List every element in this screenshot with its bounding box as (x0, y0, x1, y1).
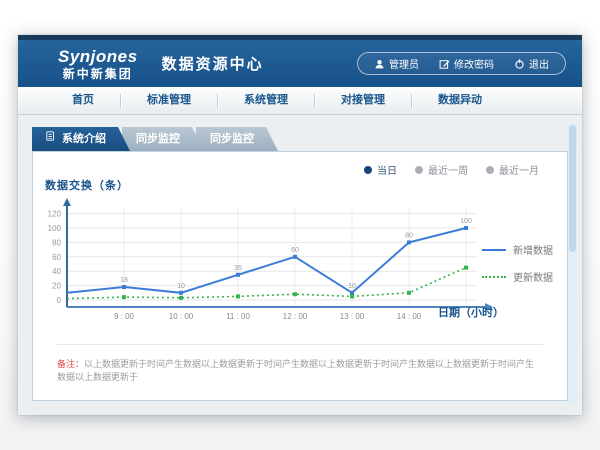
user-action-label: 修改密码 (454, 56, 494, 71)
data-point (236, 294, 240, 298)
scrollbar[interactable] (568, 123, 577, 405)
logo-company: 新中新集团 (58, 68, 138, 80)
x-axis-title: 日期（小时） (438, 304, 504, 320)
power-icon (514, 58, 525, 70)
svg-text:80: 80 (405, 232, 413, 239)
data-point (293, 292, 297, 296)
svg-text:13 : 00: 13 : 00 (340, 312, 365, 321)
user-action-label: 退出 (529, 56, 549, 71)
data-point (122, 285, 126, 289)
app-header: Synjones 新中新集团 数据资源中心 管理员 修改密码 退出 (18, 40, 582, 87)
range-selector: 当日 最近一周 最近一月 (364, 162, 539, 177)
scrollbar-thumb[interactable] (569, 125, 576, 252)
legend-item-0[interactable]: 新增数据 (482, 242, 553, 257)
legend-item-1[interactable]: 更新数据 (482, 269, 553, 284)
svg-text:100: 100 (48, 224, 62, 233)
svg-text:60: 60 (291, 247, 299, 254)
range-option-1[interactable]: 最近一周 (415, 162, 468, 177)
data-point (464, 226, 468, 230)
legend-swatch-icon (482, 249, 506, 251)
user-action-1[interactable]: 修改密码 (429, 56, 504, 71)
system-intro-panel: 当日 最近一周 最近一月 数据交换（条） 0 20 40 60 80 100 120 9 : 00… (32, 151, 568, 401)
nav-item-0[interactable]: 首页 (46, 87, 120, 114)
user-actions-group: 管理员 修改密码 退出 (357, 52, 566, 75)
data-point (407, 240, 411, 244)
data-point (293, 255, 297, 259)
y-axis-title: 数据交换（条） (45, 177, 129, 193)
nav-item-2[interactable]: 系统管理 (218, 87, 314, 114)
svg-text:60: 60 (52, 253, 61, 262)
data-point (350, 294, 354, 298)
tab-0[interactable]: 系统介绍 (32, 127, 130, 151)
legend-swatch-icon (482, 276, 506, 278)
app-window: Synjones 新中新集团 数据资源中心 管理员修改密码退出 首页标准管理系统… (18, 35, 582, 415)
range-option-2[interactable]: 最近一月 (486, 162, 539, 177)
legend-label: 更新数据 (513, 269, 553, 284)
svg-text:80: 80 (52, 238, 61, 247)
nav-item-3[interactable]: 对接管理 (315, 87, 411, 114)
data-point (407, 291, 411, 295)
svg-text:20: 20 (52, 282, 61, 291)
range-option-0[interactable]: 当日 (364, 162, 397, 177)
svg-text:14 : 00: 14 : 00 (397, 312, 422, 321)
logo: Synjones 新中新集团 (58, 48, 138, 80)
tab-1[interactable]: 同步监控 (122, 127, 204, 151)
radio-dot-icon (486, 166, 494, 174)
tab-label: 同步监控 (136, 127, 180, 151)
user-action-label: 管理员 (389, 56, 419, 71)
note-text: 以上数据更新于时间产生数据以上数据更新于时间产生数据以上数据更新于时间产生数据以… (57, 359, 534, 382)
main-nav: 首页标准管理系统管理对接管理数据异动 (18, 87, 582, 115)
svg-text:12 : 00: 12 : 00 (283, 312, 308, 321)
user-action-2[interactable]: 退出 (504, 56, 559, 71)
x-tick-labels: 9 : 00 10 : 00 11 : 00 12 : 00 13 : 00 14 : 0… (114, 312, 422, 321)
tab-label: 系统介绍 (62, 127, 106, 151)
data-point (179, 296, 183, 300)
user-action-0[interactable]: 管理员 (364, 56, 429, 71)
chart-legend: 新增数据更新数据 (482, 242, 553, 296)
nav-item-1[interactable]: 标准管理 (121, 87, 217, 114)
legend-label: 新增数据 (513, 242, 553, 257)
tab-label: 同步监控 (210, 127, 254, 151)
note: 备注：以上数据更新于时间产生数据以上数据更新于时间产生数据以上数据更新于时间产生… (57, 344, 543, 383)
axes (63, 198, 493, 311)
tab-2[interactable]: 同步监控 (196, 127, 278, 151)
chart-area: 0 20 40 60 80 100 120 9 : 00 10 : 00 11 : 00 12 : … (45, 192, 515, 342)
logo-brand: Synjones (58, 48, 138, 65)
data-point (464, 266, 468, 270)
range-option-label: 最近一周 (428, 162, 468, 177)
svg-text:10: 10 (177, 283, 185, 290)
page-title: 数据资源中心 (162, 53, 264, 74)
svg-text:18: 18 (120, 277, 128, 284)
svg-text:10: 10 (348, 283, 356, 290)
svg-text:0: 0 (57, 296, 62, 305)
edit-icon (439, 58, 450, 70)
radio-dot-icon (364, 166, 372, 174)
note-label: 备注： (57, 359, 84, 369)
svg-text:9 : 00: 9 : 00 (114, 312, 135, 321)
data-point (236, 273, 240, 277)
tab-bar: 系统介绍 同步监控 同步监控 (32, 127, 270, 151)
radio-dot-icon (415, 166, 423, 174)
data-point (350, 291, 354, 295)
user-icon (374, 58, 385, 70)
nav-item-4[interactable]: 数据异动 (412, 87, 508, 114)
svg-text:40: 40 (52, 267, 61, 276)
document-icon (46, 127, 56, 151)
svg-text:11 : 00: 11 : 00 (226, 312, 250, 321)
svg-text:100: 100 (460, 218, 472, 225)
data-point (122, 295, 126, 299)
svg-text:120: 120 (48, 210, 62, 219)
svg-text:35: 35 (234, 265, 242, 272)
desktop-background: Synjones 新中新集团 数据资源中心 管理员修改密码退出 首页标准管理系统… (0, 0, 600, 450)
data-point (179, 291, 183, 295)
range-option-label: 当日 (377, 162, 397, 177)
range-option-label: 最近一月 (499, 162, 539, 177)
doc-icon (46, 130, 56, 142)
svg-text:10 : 00: 10 : 00 (169, 312, 194, 321)
content-area: 系统介绍 同步监控 同步监控 当日 最近一周 最近一月 数据交换（条） 0 20 40 60 8… (18, 115, 582, 415)
